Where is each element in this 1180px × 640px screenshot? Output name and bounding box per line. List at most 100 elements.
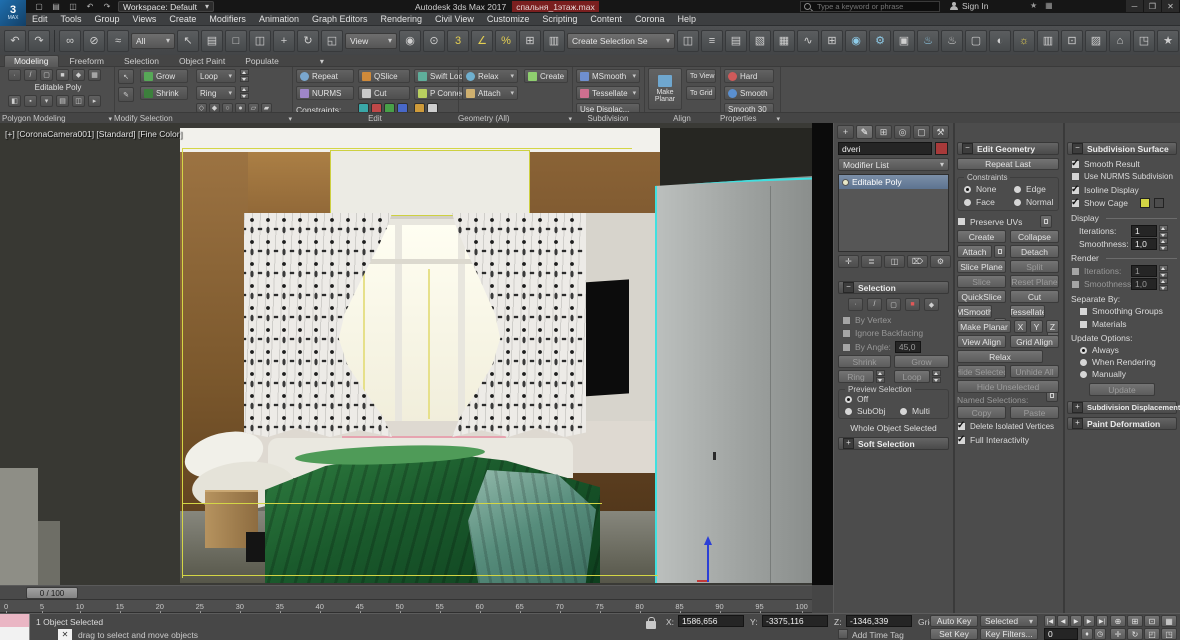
snaps-toggle-icon[interactable]: 3 (447, 30, 469, 52)
isoline-display-box[interactable] (1071, 186, 1080, 195)
next-frame-icon[interactable]: ▶ (1083, 615, 1095, 627)
isolate-selection-icon[interactable]: ⊡ (1061, 30, 1083, 52)
layer-manager-icon[interactable]: ▥ (1037, 30, 1059, 52)
preserve-uvs-box[interactable] (957, 217, 966, 226)
preview-off-radio[interactable]: Off (844, 394, 868, 404)
materials-box[interactable] (1079, 320, 1088, 329)
constraint-face-dot[interactable] (963, 198, 972, 207)
select-tool-icon[interactable]: ↖ (118, 69, 134, 84)
smoothing-groups-box[interactable] (1079, 307, 1088, 316)
cage-color-swatch[interactable] (1140, 198, 1150, 208)
more-options-icon[interactable]: ▸ (88, 95, 101, 107)
zoom-extents-all-icon[interactable]: ▦ (1161, 615, 1177, 627)
undock-icon[interactable]: ◳ (1133, 30, 1155, 52)
selection-lock-icon[interactable] (646, 621, 656, 629)
attach-settings-button[interactable] (994, 245, 1006, 258)
goto-end-icon[interactable]: ▶| (1096, 615, 1108, 627)
constraint-none-radio[interactable]: None (963, 184, 996, 194)
render-iterations-field[interactable] (1131, 265, 1157, 277)
constraint-edge-dot[interactable] (1013, 185, 1022, 194)
bind-to-space-warp-icon[interactable]: ≈ (107, 30, 129, 52)
zoom-icon[interactable]: ⊕ (1110, 615, 1126, 627)
edge-icon[interactable]: / (24, 69, 37, 81)
named-selection-dropdown[interactable]: Create Selection Se (567, 33, 675, 49)
mirror-icon[interactable]: ◫ (677, 30, 699, 52)
menu-item[interactable]: Content (590, 14, 622, 24)
use-nurms-checkbox[interactable]: Use NURMS Subdivision (1071, 172, 1173, 181)
command-tab-display[interactable]: ▢ (913, 125, 930, 139)
make-planar-ribbon-button[interactable]: Make Planar (648, 68, 682, 110)
current-frame-field[interactable] (1044, 628, 1078, 640)
auto-key-button[interactable]: Auto Key (930, 615, 978, 627)
show-cage-box[interactable] (1071, 199, 1080, 208)
polygon-icon[interactable]: ■ (56, 69, 69, 81)
polygon-subobject-icon[interactable]: ■ (905, 298, 920, 311)
cut-button[interactable]: Cut (358, 86, 410, 100)
y-coordinate-field[interactable] (762, 615, 828, 627)
selection-rollout[interactable]: Selection (838, 281, 949, 294)
planar-x-button[interactable]: X (1014, 320, 1027, 333)
menu-item[interactable]: Customize (487, 14, 530, 24)
preview-subobj-radio[interactable]: SubObj (844, 406, 885, 416)
time-config-icon[interactable]: ◷ (1094, 628, 1106, 640)
paste-button[interactable]: Paste (1010, 406, 1059, 419)
update-always-dot[interactable] (1079, 346, 1088, 355)
z-coordinate-field[interactable] (846, 615, 912, 627)
isoline-display-checkbox[interactable]: Isoline Display (1071, 185, 1139, 195)
full-interactivity-checkbox[interactable]: Full Interactivity (957, 435, 1029, 445)
menu-item[interactable]: Civil View (435, 14, 474, 24)
hard-button[interactable]: Hard (724, 69, 774, 83)
prompt-close-icon[interactable] (58, 629, 72, 640)
menu-item[interactable]: Tools (61, 14, 82, 24)
nurms-button[interactable]: NURMS (296, 86, 354, 100)
show-end-result-icon[interactable]: ≣ (861, 255, 882, 268)
object-name-field[interactable] (838, 142, 932, 155)
time-slider-handle[interactable]: 0 / 100 (26, 587, 78, 599)
edit-geometry-rollout[interactable]: Edit Geometry (957, 142, 1059, 155)
display-floater-icon[interactable]: ▨ (1085, 30, 1107, 52)
isolate-icon[interactable]: ◫ (72, 95, 85, 107)
ribbon-tab[interactable]: Freeform (61, 55, 113, 67)
planar-z-button[interactable]: Z (1046, 320, 1059, 333)
slice-button[interactable]: Slice (957, 275, 1006, 288)
menu-item[interactable]: Edit (32, 14, 48, 24)
viewport-label[interactable]: [+] [CoronaCamera001] [Standard] [Fine C… (5, 129, 182, 139)
ignore-backfacing-box[interactable] (842, 329, 851, 338)
workspace-selector[interactable]: Workspace: Default (118, 1, 214, 12)
use-nurms-box[interactable] (1071, 172, 1080, 181)
menu-item[interactable]: Graph Editors (312, 14, 368, 24)
edit-named-selections-icon[interactable]: ▥ (543, 30, 565, 52)
border-icon[interactable]: ▢ (40, 69, 53, 81)
grow-button[interactable]: Grow (140, 69, 188, 83)
preview-multi-dot[interactable] (899, 407, 908, 416)
add-time-tag[interactable]: Add Time Tag (852, 630, 904, 640)
create-ribbon-button[interactable]: Create (524, 69, 568, 83)
paint-select-icon[interactable]: ✎ (118, 87, 134, 102)
pin-stack-icon[interactable]: ✛ (838, 255, 859, 268)
transform-gizmo[interactable] (695, 536, 719, 583)
display-iterations-field[interactable] (1131, 225, 1157, 237)
by-angle-field[interactable] (895, 341, 921, 353)
make-planar-button[interactable]: Make Planar (957, 320, 1011, 333)
reset-plane-button[interactable]: Reset Plane (1010, 275, 1059, 288)
constraint-normal-dot[interactable] (1013, 198, 1022, 207)
attach-button[interactable]: Attach (957, 245, 992, 258)
ribbon-tab[interactable]: Populate (236, 55, 288, 67)
menu-item[interactable]: Rendering (381, 14, 423, 24)
sign-in-area[interactable]: Sign In (950, 1, 988, 11)
smooth-result-box[interactable] (1071, 160, 1080, 169)
object-icon[interactable]: ▦ (88, 69, 101, 81)
camera-viewport[interactable]: [+] [CoronaCamera001] [Standard] [Fine C… (0, 123, 833, 585)
set-key-button[interactable]: Set Key (930, 628, 978, 640)
command-tab-motion[interactable]: ◎ (894, 125, 911, 139)
copy-button[interactable]: Copy (957, 406, 1006, 419)
percent-snap-icon[interactable]: % (495, 30, 517, 52)
by-angle-box[interactable] (842, 343, 851, 352)
ribbon-tab[interactable]: Selection (115, 55, 168, 67)
ribbon-tab[interactable]: Object Paint (170, 55, 234, 67)
scene-explorer-icon[interactable]: ▤ (725, 30, 747, 52)
vertex-icon[interactable]: ∙ (8, 69, 21, 81)
subdivision-surface-rollout[interactable]: Subdivision Surface (1067, 142, 1177, 155)
display-smoothness-spinner[interactable] (1159, 238, 1168, 251)
slice-plane-button[interactable]: Slice Plane (957, 260, 1006, 273)
